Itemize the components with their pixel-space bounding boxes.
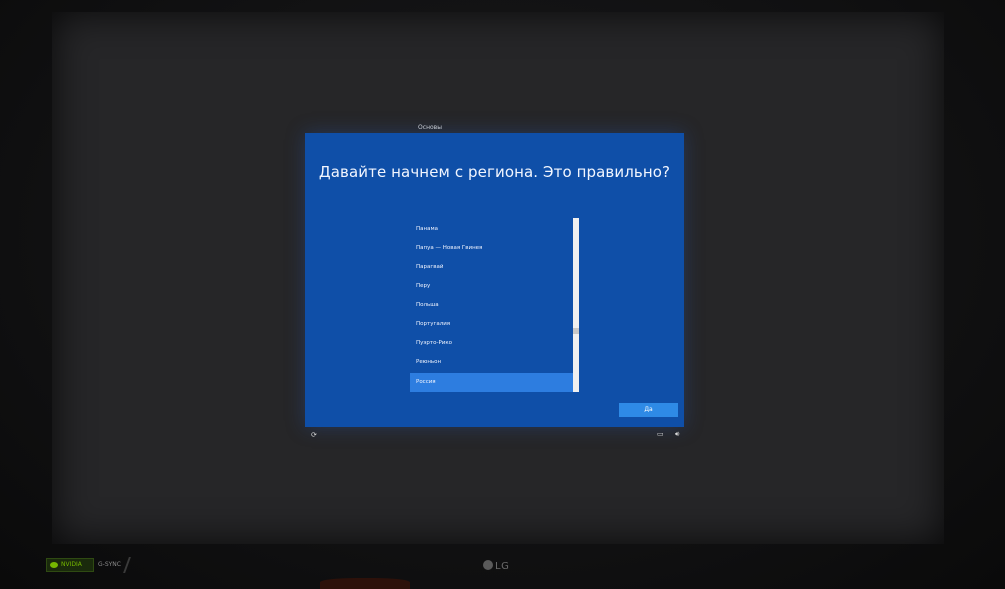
yes-button[interactable]: Да: [619, 403, 678, 417]
nvidia-eye-icon: [50, 562, 58, 568]
lg-circle-icon: [483, 560, 493, 570]
region-item-reunion[interactable]: Реюньон: [410, 353, 574, 372]
region-item-paraguay[interactable]: Парагвай: [410, 258, 574, 277]
region-item-puerto-rico[interactable]: Пуэрто-Рико: [410, 334, 574, 353]
region-item-poland[interactable]: Польша: [410, 296, 574, 315]
scrollbar-thumb[interactable]: [573, 328, 579, 334]
gsync-label: G-SYNC: [98, 561, 121, 568]
region-list[interactable]: Панама Папуа — Новая Гвинея Парагвай Пер…: [410, 218, 580, 393]
lg-logo: LG: [483, 560, 509, 572]
region-item-portugal[interactable]: Португалия: [410, 315, 574, 334]
nvidia-logo: NVIDIA: [46, 558, 94, 572]
oobe-region-panel: Давайте начнем с региона. Это правильно?…: [305, 133, 684, 427]
accessibility-icon[interactable]: ⟳: [311, 432, 317, 439]
region-list-scrollbar[interactable]: [573, 218, 579, 392]
region-item-papua-new-guinea[interactable]: Папуа — Новая Гвинея: [410, 239, 574, 258]
page-title: Давайте начнем с региона. Это правильно?: [318, 163, 671, 181]
volume-icon[interactable]: 🔊︎: [675, 431, 679, 438]
region-item-panama[interactable]: Панама: [410, 220, 574, 239]
bottom-glow: [320, 578, 410, 589]
photo-stage: Основы Давайте начнем с региона. Это пра…: [0, 0, 1005, 589]
bezel-divider: [123, 557, 131, 573]
region-item-russia[interactable]: Россия: [410, 373, 574, 392]
lg-label: LG: [495, 561, 510, 572]
region-item-peru[interactable]: Перу: [410, 277, 574, 296]
step-label-basics: Основы: [418, 124, 442, 131]
keyboard-icon[interactable]: ▭: [657, 431, 664, 438]
nvidia-label: NVIDIA: [61, 561, 82, 568]
